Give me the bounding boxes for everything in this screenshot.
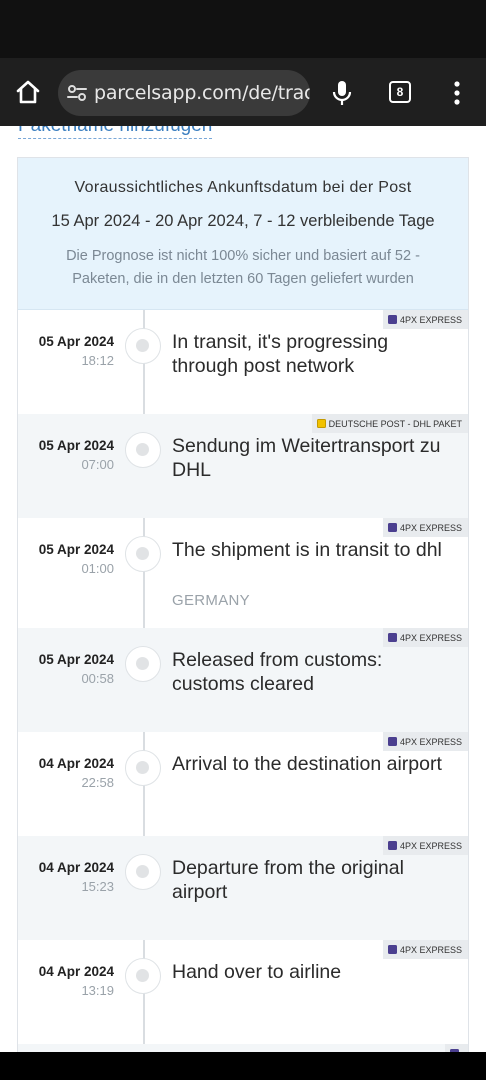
event-date: 05 Apr 2024 <box>38 652 114 667</box>
timeline-event <box>18 1044 468 1052</box>
carrier-badge: 4PX EXPRESS <box>382 628 468 647</box>
4px-logo-icon <box>387 523 397 532</box>
navigation-bar <box>0 1052 486 1080</box>
timeline-dot <box>125 958 161 994</box>
timeline-event: 4PX EXPRESS 05 Apr 2024 00:58 Released f… <box>18 628 468 732</box>
event-date: 05 Apr 2024 <box>38 334 114 349</box>
deutsche-post-logo-icon <box>316 419 326 428</box>
event-date: 04 Apr 2024 <box>38 964 114 979</box>
carrier-name: DEUTSCHE POST - DHL PAKET <box>328 418 462 429</box>
event-title: In transit, it's progressing through pos… <box>172 331 389 377</box>
timeline-dot <box>125 536 161 572</box>
more-options-icon[interactable] <box>450 79 464 107</box>
4px-logo-icon <box>387 841 397 850</box>
4px-logo-icon <box>387 737 397 746</box>
event-title: The shipment is in transit to dhl <box>172 539 442 561</box>
timeline-dot <box>125 328 161 364</box>
eta-note: Die Prognose ist nicht 100% sicher und b… <box>66 248 420 287</box>
event-time: 22:58 <box>81 775 114 790</box>
timeline-event: 4PX EXPRESS 04 Apr 2024 22:58 Arrival to… <box>18 732 468 836</box>
event-date: 04 Apr 2024 <box>38 860 114 875</box>
tracking-card: Voraussichtliches Ankunftsdatum bei der … <box>17 157 469 1052</box>
page-content: Paketname hinzufügen Voraussichtliches A… <box>0 126 486 1052</box>
url-text[interactable]: parcelsapp.com/de/tracl <box>94 82 310 104</box>
eta-panel: Voraussichtliches Ankunftsdatum bei der … <box>18 158 468 310</box>
status-bar <box>0 0 486 58</box>
event-time: 00:58 <box>81 671 114 686</box>
4px-logo-icon <box>387 315 397 324</box>
timeline-event: 4PX EXPRESS 04 Apr 2024 15:23 Departure … <box>18 836 468 940</box>
carrier-badge: 4PX EXPRESS <box>382 836 468 855</box>
microphone-icon[interactable] <box>330 79 354 107</box>
carrier-badge: DEUTSCHE POST - DHL PAKET <box>311 414 468 433</box>
carrier-name: 4PX EXPRESS <box>399 840 462 851</box>
event-date: 04 Apr 2024 <box>38 756 114 771</box>
add-package-name-link[interactable]: Paketname hinzufügen <box>18 126 213 139</box>
site-settings-icon[interactable] <box>66 82 88 104</box>
carrier-badge: 4PX EXPRESS <box>382 310 468 329</box>
carrier-badge <box>445 1044 468 1052</box>
carrier-name: 4PX EXPRESS <box>399 736 462 747</box>
carrier-badge: 4PX EXPRESS <box>382 940 468 959</box>
eta-title: Voraussichtliches Ankunftsdatum bei der … <box>74 179 412 196</box>
browser-toolbar: parcelsapp.com/de/tracl 8 <box>0 58 486 126</box>
timeline-event: 4PX EXPRESS 05 Apr 2024 01:00 The shipme… <box>18 518 468 628</box>
eta-range: 15 Apr 2024 - 20 Apr 2024, 7 - 12 verble… <box>51 212 435 230</box>
event-time: 07:00 <box>81 457 114 472</box>
carrier-name: 4PX EXPRESS <box>399 522 462 533</box>
carrier-badge: 4PX EXPRESS <box>382 518 468 537</box>
timeline-dot <box>125 432 161 468</box>
event-date: 05 Apr 2024 <box>38 542 114 557</box>
tab-switcher-button[interactable]: 8 <box>389 81 411 103</box>
event-title: Hand over to airline <box>172 961 342 983</box>
carrier-name: 4PX EXPRESS <box>399 944 462 955</box>
event-title: Arrival to the destination airport <box>172 753 442 775</box>
timeline-dot <box>125 750 161 786</box>
event-title: Departure from the original airport <box>172 857 404 903</box>
event-date: 05 Apr 2024 <box>38 438 114 453</box>
event-time: 15:23 <box>81 879 114 894</box>
home-icon[interactable] <box>14 78 42 106</box>
carrier-name: 4PX EXPRESS <box>399 314 462 325</box>
timeline-dot <box>125 646 161 682</box>
event-location: GERMANY <box>172 592 250 609</box>
carrier-name: 4PX EXPRESS <box>399 632 462 643</box>
timeline-dot <box>125 854 161 890</box>
4px-logo-icon <box>387 633 397 642</box>
timeline-event: DEUTSCHE POST - DHL PAKET 05 Apr 2024 07… <box>18 414 468 518</box>
timeline-event: 4PX EXPRESS 04 Apr 2024 13:19 Hand over … <box>18 940 468 1044</box>
address-bar[interactable]: parcelsapp.com/de/tracl <box>58 70 310 116</box>
event-time: 13:19 <box>81 983 114 998</box>
event-title: Released from customs: customs cleared <box>172 649 383 695</box>
event-title: Sendung im Weitertransport zu DHL <box>172 435 441 481</box>
carrier-badge: 4PX EXPRESS <box>382 732 468 751</box>
timeline-event: 4PX EXPRESS 05 Apr 2024 18:12 In transit… <box>18 310 468 414</box>
event-time: 18:12 <box>81 353 114 368</box>
event-time: 01:00 <box>81 561 114 576</box>
4px-logo-icon <box>387 945 397 954</box>
